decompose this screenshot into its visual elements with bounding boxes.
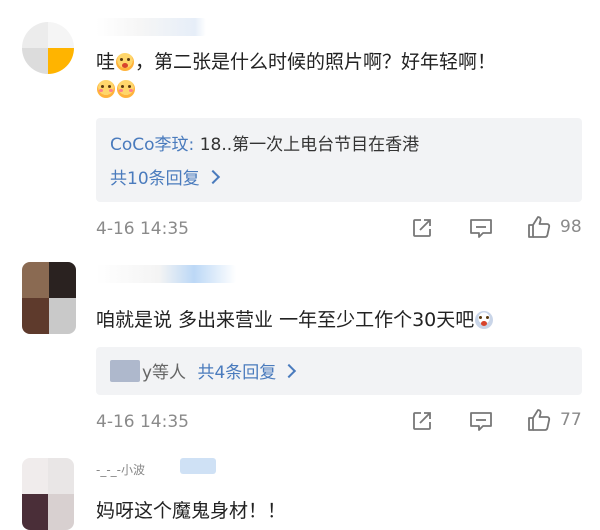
username-blurred — [180, 458, 216, 474]
comment-button[interactable] — [468, 216, 494, 240]
like-button[interactable]: 98 — [526, 214, 582, 240]
emoji-row — [96, 80, 136, 99]
view-replies-link[interactable]: 共10条回复 — [110, 164, 220, 189]
thumbs-up-icon — [528, 409, 551, 431]
blush-emoji-icon — [117, 80, 135, 98]
reply-line: CoCo李玟: 18..第一次上电台节目在香港 — [110, 135, 420, 155]
avatar[interactable] — [22, 22, 74, 74]
comment-icon — [470, 412, 492, 431]
reply-preview[interactable]: y等人 共4条回复 — [96, 347, 582, 395]
chevron-right-icon — [205, 169, 220, 185]
username-blurred[interactable] — [96, 18, 206, 36]
share-icon — [413, 412, 431, 430]
chevron-right-icon — [282, 363, 297, 379]
username-blurred[interactable] — [96, 265, 236, 283]
share-button[interactable] — [410, 409, 434, 433]
username-fragment[interactable]: -_-_-小波 — [96, 461, 145, 478]
blurred-user-thumbnail — [110, 360, 140, 382]
comment-text: 哇，第二张是什么时候的照片啊？好年轻啊！ — [96, 51, 497, 73]
like-count: 77 — [560, 410, 582, 430]
reply-text: 18..第一次上电台节目在香港 — [199, 135, 420, 155]
surprised-emoji-icon — [116, 53, 135, 71]
thumbs-up-icon — [528, 216, 551, 238]
view-replies-link[interactable]: 共4条回复 — [197, 363, 297, 383]
share-button[interactable] — [410, 216, 434, 240]
like-count: 98 — [560, 217, 582, 237]
reply-line: y等人 共4条回复 — [142, 358, 297, 383]
comment-time: 4-16 14:35 — [96, 219, 189, 239]
share-icon — [413, 219, 431, 237]
comment-text: 妈呀这个魔鬼身材！！ — [96, 500, 287, 522]
like-button[interactable]: 77 — [526, 407, 582, 433]
reply-preview[interactable]: CoCo李玟: 18..第一次上电台节目在香港 共10条回复 — [96, 118, 582, 202]
avatar[interactable] — [22, 458, 74, 530]
shocked-emoji-icon — [475, 311, 494, 329]
reply-author-link[interactable]: CoCo李玟 — [110, 135, 189, 155]
blush-emoji-icon — [97, 80, 115, 98]
comment-time: 4-16 14:35 — [96, 412, 189, 432]
comment-button[interactable] — [468, 409, 494, 433]
comment-icon — [470, 219, 492, 238]
avatar[interactable] — [22, 262, 76, 334]
comment-text: 咱就是说 多出来营业 一年至少工作个30天吧 — [96, 305, 494, 332]
